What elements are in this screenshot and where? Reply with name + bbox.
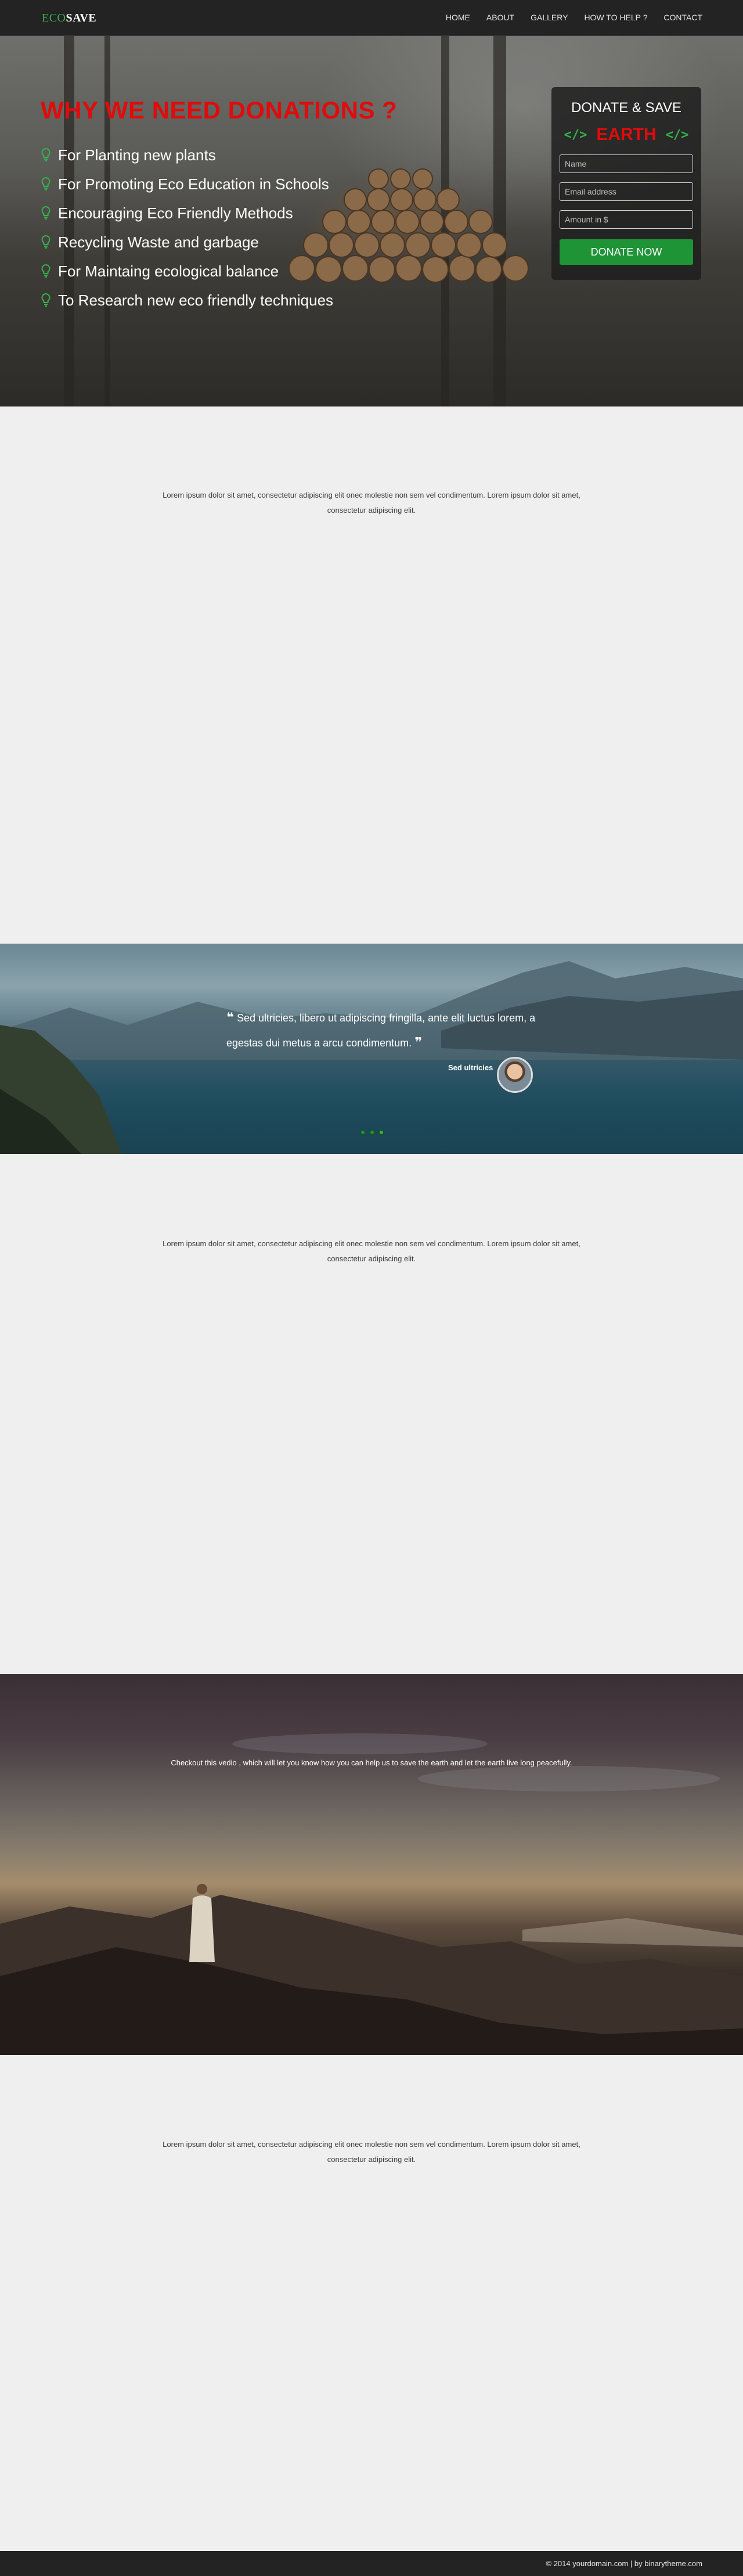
reason-item: To Research new eco friendly techniques — [41, 286, 333, 315]
email-input[interactable] — [560, 182, 693, 201]
video-caption: Checkout this vedio , which will let you… — [171, 1758, 572, 1767]
footer-copyright: © 2014 yourdomain.com | by binarytheme.c… — [546, 2559, 702, 2568]
lightbulb-icon — [41, 206, 51, 220]
reason-text: To Research new eco friendly techniques — [58, 291, 334, 309]
donate-subtitle: </> EARTH </> — [560, 124, 693, 145]
testimonial-quote: ❝ Sed ultricies, libero ut adipiscing fr… — [226, 1005, 540, 1055]
testimonial-section: ❝ Sed ultricies, libero ut adipiscing fr… — [0, 944, 743, 1154]
reason-text: Recycling Waste and garbage — [58, 233, 259, 251]
reason-item: For Promoting Eco Education in Schools — [41, 170, 333, 199]
reason-item: For Planting new plants — [41, 141, 333, 170]
nav-about[interactable]: ABOUT — [486, 13, 514, 22]
reason-text: For Planting new plants — [58, 146, 216, 164]
hero-section: WHY WE NEED DONATIONS ? For Planting new… — [0, 36, 743, 406]
name-input[interactable] — [560, 154, 693, 173]
nav-contact[interactable]: CONTACT — [663, 13, 702, 22]
carousel-dot[interactable] — [360, 1129, 366, 1135]
lightbulb-icon — [41, 264, 51, 278]
donate-title: DONATE & SAVE — [571, 100, 681, 116]
reason-text: Encouraging Eco Friendly Methods — [58, 204, 293, 222]
reason-item: For Maintaing ecological balance — [41, 257, 333, 286]
nav-how-to-help[interactable]: HOW TO HELP ? — [584, 13, 647, 22]
brand-save: SAVE — [66, 12, 97, 24]
carousel-dot[interactable] — [369, 1129, 375, 1135]
section-paragraph: Lorem ipsum dolor sit amet, consectetur … — [163, 1239, 580, 1263]
middle-text-section: Lorem ipsum dolor sit amet, consectetur … — [0, 1236, 743, 1267]
nav-gallery[interactable]: GALLERY — [531, 13, 568, 22]
navbar: ECOSAVE HOME ABOUT GALLERY HOW TO HELP ?… — [0, 0, 743, 36]
amount-input[interactable] — [560, 210, 693, 229]
testimonial-author: Sed ultricies — [448, 1063, 493, 1072]
avatar — [497, 1057, 533, 1093]
robed-figure-image — [189, 1884, 215, 1962]
intro-text-section: Lorem ipsum dolor sit amet, consectetur … — [0, 488, 743, 518]
reason-text: For Promoting Eco Education in Schools — [58, 175, 329, 193]
code-icon: </> — [564, 127, 587, 142]
brand-logo[interactable]: ECOSAVE — [42, 12, 96, 25]
lightbulb-icon — [41, 177, 51, 190]
lightbulb-icon — [41, 147, 51, 161]
hero-title: WHY WE NEED DONATIONS ? — [41, 96, 398, 124]
donate-now-button[interactable]: DONATE NOW — [560, 239, 693, 265]
code-icon: </> — [665, 127, 689, 142]
quote-open-icon: ❝ — [226, 1010, 234, 1024]
reason-text: For Maintaing ecological balance — [58, 262, 279, 280]
footer: © 2014 yourdomain.com | by binarytheme.c… — [0, 2551, 743, 2576]
carousel-dot-active[interactable] — [378, 1129, 384, 1135]
section-paragraph: Lorem ipsum dolor sit amet, consectetur … — [163, 2140, 580, 2164]
testimonial-quote-text: Sed ultricies, libero ut adipiscing frin… — [226, 1012, 536, 1049]
quote-close-icon: ❞ — [414, 1035, 423, 1049]
reason-item: Encouraging Eco Friendly Methods — [41, 199, 333, 228]
donate-form: DONATE & SAVE </> EARTH </> DONATE NOW — [551, 87, 701, 280]
bottom-text-section: Lorem ipsum dolor sit amet, consectetur … — [0, 2137, 743, 2167]
lightbulb-icon — [41, 293, 51, 307]
nav-home[interactable]: HOME — [446, 13, 470, 22]
main-nav: HOME ABOUT GALLERY HOW TO HELP ? CONTACT — [446, 13, 702, 22]
lightbulb-icon — [41, 235, 51, 249]
brand-eco: ECO — [42, 12, 66, 24]
video-section: Checkout this vedio , which will let you… — [0, 1674, 743, 2055]
section-paragraph: Lorem ipsum dolor sit amet, consectetur … — [163, 491, 580, 515]
donation-reasons-list: For Planting new plants For Promoting Ec… — [41, 141, 333, 315]
mountain-landscape-image — [0, 1733, 743, 2055]
reason-item: Recycling Waste and garbage — [41, 228, 333, 257]
earth-label: EARTH — [596, 125, 657, 144]
carousel-indicators — [360, 1129, 384, 1135]
